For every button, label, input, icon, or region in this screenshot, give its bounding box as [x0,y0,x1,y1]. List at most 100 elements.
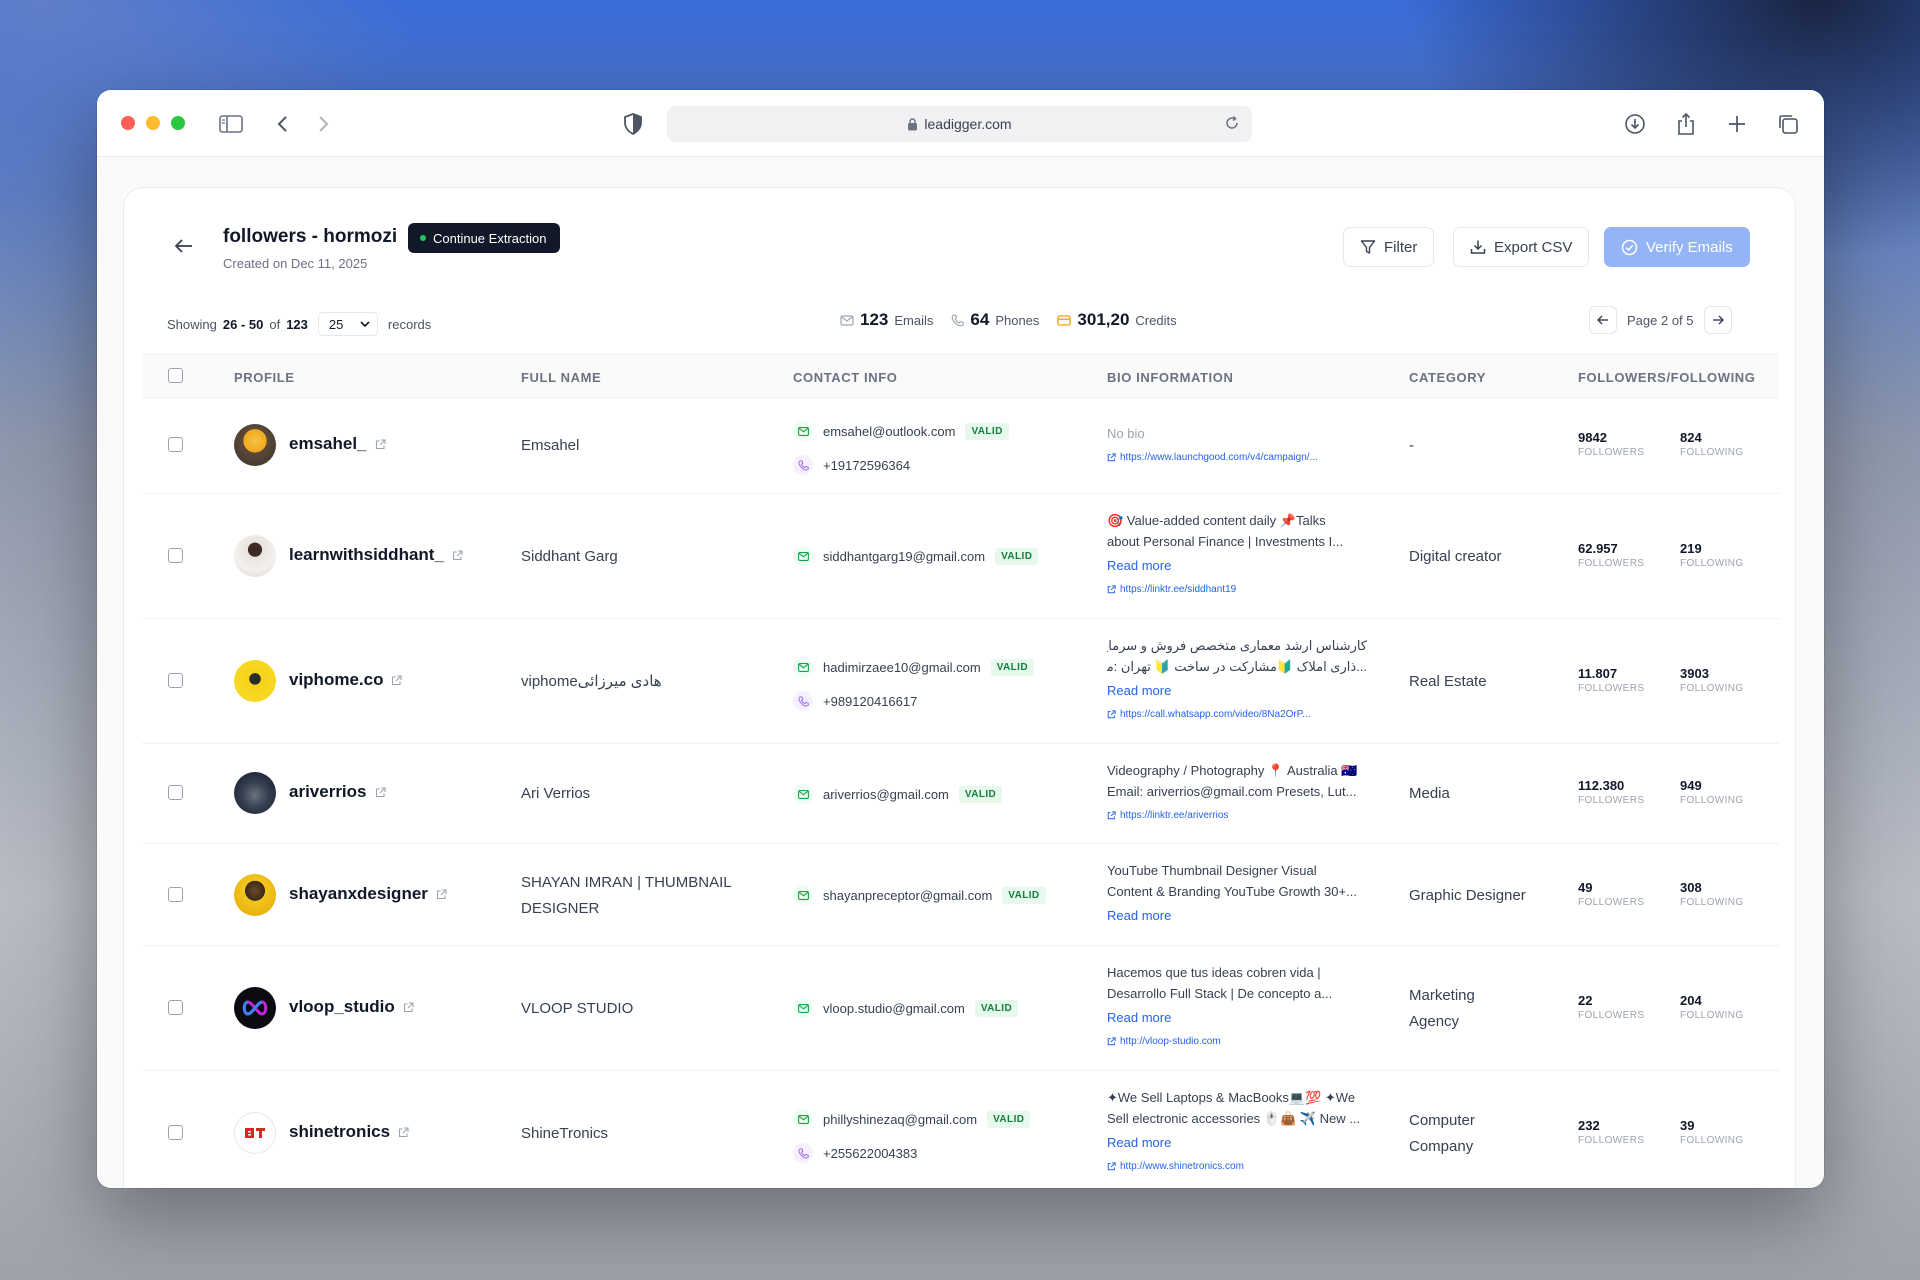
table-row[interactable]: shinetronics ShineTronics phillyshinezaq… [142,1071,1779,1188]
profile-link[interactable]: viphome.co [289,670,403,690]
bio-text: Email: ariverrios@gmail.com Presets, Lut… [1107,784,1357,799]
forward-nav-icon[interactable] [309,110,337,138]
column-header-bio[interactable]: BIO INFORMATION [1107,370,1233,385]
read-more-link[interactable]: Read more [1107,1007,1367,1028]
followers-following: 62.957 FOLLOWERS 219 FOLLOWING [1578,541,1746,569]
category-line: Company [1409,1138,1474,1155]
following-label: FOLLOWING [1680,1010,1744,1021]
check-circle-icon [1621,239,1638,255]
bio-text: ...ذاری املاک 🔰مشارکت در ساخت 🔰 تهران :م… [1107,659,1367,674]
table-row[interactable]: vloop_studio VLOOP STUDIO vloop.studio@g… [142,946,1779,1071]
row-checkbox[interactable] [168,1000,183,1015]
email-link[interactable]: hadimirzaee10@gmail.com [823,660,981,675]
email-link[interactable]: emsahel@outlook.com [823,424,955,439]
read-more-link[interactable]: Read more [1107,680,1367,701]
minimize-window-button[interactable] [146,116,160,130]
phone-number[interactable]: +989120416617 [823,694,917,709]
filter-button[interactable]: Filter [1343,227,1435,267]
contact-info: phillyshinezaq@gmail.com VALID +25562200… [793,1107,1031,1165]
followers-count: 49 [1578,880,1593,895]
table-row[interactable]: learnwithsiddhant_ Siddhant Garg siddhan… [142,494,1779,619]
back-nav-icon[interactable] [269,110,297,138]
profile-link[interactable]: emsahel_ [289,434,386,454]
bio-text: Desarrollo Full Stack | De concepto a... [1107,986,1333,1001]
page-title: followers - hormozi [223,226,398,247]
bio-link[interactable]: https://linktr.ee/siddhant19 [1107,579,1367,600]
row-checkbox[interactable] [168,785,183,800]
following-label: FOLLOWING [1680,683,1744,694]
profile-link[interactable]: vloop_studio [289,997,414,1017]
email-link[interactable]: phillyshinezaq@gmail.com [823,1112,977,1127]
table-row[interactable]: emsahel_ Emsahel emsahel@outlook.com VAL… [142,398,1779,494]
table-row[interactable]: ariverrios Ari Verrios ariverrios@gmail.… [142,744,1779,844]
read-more-link[interactable]: Read more [1107,1132,1367,1153]
share-icon[interactable] [1672,110,1700,138]
username: vloop_studio [289,997,395,1016]
prev-page-button[interactable] [1589,306,1617,334]
table-row[interactable]: viphome.co viphomeهادی میرزائی hadimirza… [142,619,1779,744]
row-checkbox[interactable] [168,548,183,563]
bio-link[interactable]: https://www.launchgood.com/v4/campaign/.… [1107,447,1367,468]
column-header-category[interactable]: CATEGORY [1409,370,1486,385]
bio-text: Sell electronic accessories 🖱️👜 ✈️ New .… [1107,1111,1361,1126]
privacy-shield-icon[interactable] [619,110,647,138]
profile-link[interactable]: ariverrios [289,782,386,802]
row-checkbox[interactable] [168,887,183,902]
sidebar-toggle-icon[interactable] [217,110,245,138]
external-link-icon [1107,811,1116,820]
bio-link[interactable]: http://vloop-studio.com [1107,1031,1367,1052]
reload-icon[interactable] [1224,115,1240,134]
new-tab-icon[interactable] [1723,110,1751,138]
category-line: Agency [1409,1013,1460,1030]
profile-link[interactable]: shinetronics [289,1122,409,1142]
email-link[interactable]: siddhantgarg19@gmail.com [823,549,985,564]
bio-link[interactable]: http://www.shinetronics.com [1107,1156,1367,1177]
bio-link[interactable]: https://call.whatsapp.com/video/8Na2OrP.… [1107,704,1367,725]
profile-link[interactable]: learnwithsiddhant_ [289,545,463,565]
phones-label: Phones [995,312,1040,328]
column-header-followers-following[interactable]: FOLLOWERS/FOLLOWING [1578,370,1756,385]
bio-link[interactable]: https://linktr.ee/ariverrios [1107,805,1367,826]
row-checkbox[interactable] [168,1125,183,1140]
profile-link[interactable]: shayanxdesigner [289,884,447,904]
external-link-icon [399,1126,409,1137]
bio-info: Hacemos que tus ideas cobren vida | Desa… [1107,962,1367,1052]
showing-label: Showing [167,316,217,332]
per-page-select[interactable]: 25 [317,312,378,336]
column-header-profile[interactable]: PROFILE [234,370,295,385]
following-label: FOLLOWING [1680,795,1744,806]
external-link-icon [392,674,403,685]
column-header-full-name[interactable]: FULL NAME [521,370,601,385]
verify-emails-button[interactable]: Verify Emails [1604,227,1750,267]
full-name: VLOOP STUDIO [521,1000,634,1017]
email-link[interactable]: vloop.studio@gmail.com [823,1001,965,1016]
row-checkbox[interactable] [168,673,183,688]
phone-number[interactable]: +255622004383 [823,1146,917,1161]
window-controls [121,116,185,130]
table-row[interactable]: shayanxdesigner SHAYAN IMRAN | THUMBNAIL… [142,844,1779,946]
bio-info: No bio https://www.launchgood.com/v4/cam… [1107,423,1367,468]
continue-extraction-button[interactable]: Continue Extraction [408,223,561,253]
email-link[interactable]: ariverrios@gmail.com [823,787,949,802]
export-csv-button[interactable]: Export CSV [1453,227,1590,267]
back-arrow-icon[interactable] [174,238,194,259]
next-page-button[interactable] [1703,306,1732,334]
phone-number[interactable]: +19172596364 [823,458,910,473]
full-name: ShineTronics [521,1125,608,1142]
email-link[interactable]: shayanpreceptor@gmail.com [823,888,992,903]
tab-overview-icon[interactable] [1774,110,1802,138]
downloads-icon[interactable] [1621,110,1649,138]
read-more-link[interactable]: Read more [1107,555,1367,576]
external-link-icon [403,1001,414,1012]
row-checkbox[interactable] [168,437,183,452]
bio-text: Videography / Photography 📍 Australia 🇦🇺 [1107,763,1358,778]
address-bar[interactable]: leadigger.com [667,106,1252,142]
close-window-button[interactable] [121,116,135,130]
read-more-link[interactable]: Read more [1107,905,1367,926]
column-header-contact[interactable]: CONTACT INFO [793,370,897,385]
pagination: Page 2 of 5 [1589,306,1732,334]
zoom-window-button[interactable] [171,116,185,130]
select-all-checkbox[interactable] [168,368,183,383]
category-line: Computer [1409,1112,1475,1129]
contact-info: ariverrios@gmail.com VALID [793,782,1003,806]
